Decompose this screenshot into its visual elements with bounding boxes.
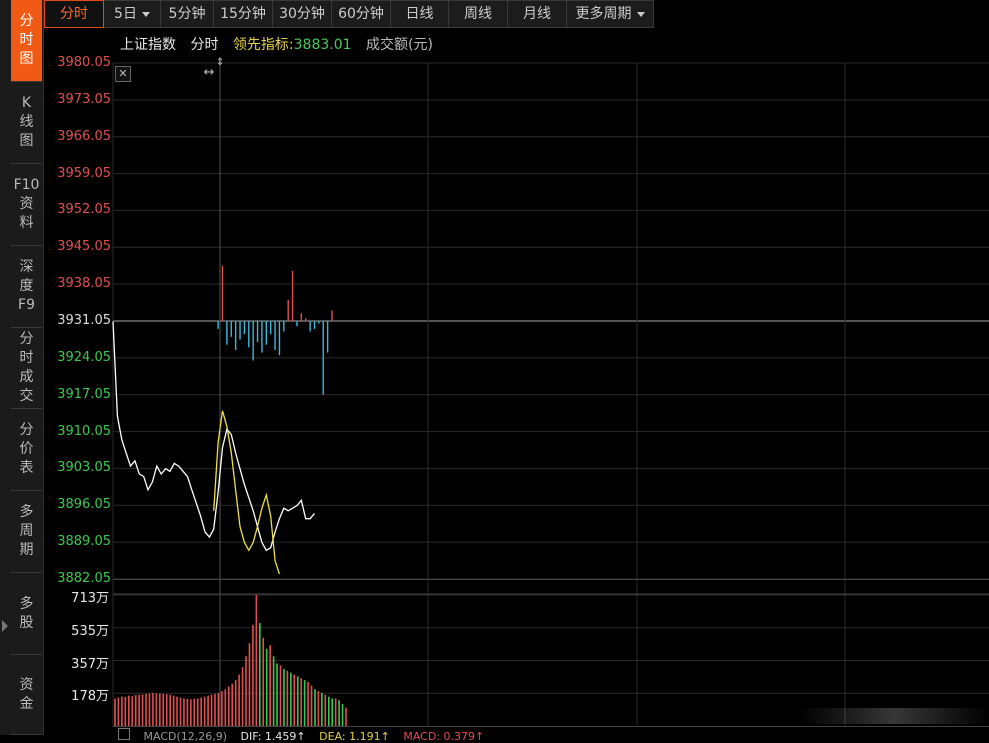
volume-tick-label: 713万 bbox=[71, 591, 109, 606]
price-tick-label: 3966.05 bbox=[57, 128, 111, 144]
price-tick-label: 3959.05 bbox=[57, 165, 111, 181]
price-tick-label: 3882.05 bbox=[57, 571, 111, 586]
volume-tick-label: 357万 bbox=[71, 656, 109, 672]
chart-canvas[interactable] bbox=[0, 0, 989, 735]
macd-value: MACD: 0.379↑ bbox=[403, 730, 485, 743]
price-tick-label: 3973.05 bbox=[57, 91, 111, 107]
price-tick-label: 3924.05 bbox=[57, 349, 111, 365]
macd-info: MACD(12,26,9) DIF: 1.459↑ DEA: 1.191↑ MA… bbox=[118, 728, 494, 743]
price-tick-label: 3938.05 bbox=[57, 276, 111, 292]
price-tick-label: 3952.05 bbox=[57, 202, 111, 218]
volume-tick-label: 178万 bbox=[71, 689, 109, 705]
price-line bbox=[112, 321, 316, 552]
macd-name: MACD(12,26,9) bbox=[143, 730, 228, 743]
settings-icon[interactable] bbox=[118, 728, 130, 740]
price-tick-label: 3903.05 bbox=[57, 460, 111, 476]
macd-dif: DIF: 1.459↑ bbox=[240, 730, 306, 743]
price-tick-label: 3896.05 bbox=[57, 497, 111, 513]
macd-dea: DEA: 1.191↑ bbox=[319, 730, 390, 743]
close-icon[interactable]: ✕ bbox=[115, 66, 131, 82]
volume-tick-label: 535万 bbox=[71, 623, 109, 639]
price-tick-label: 3980.05 bbox=[57, 55, 111, 70]
price-tick-label: 3917.05 bbox=[57, 386, 111, 402]
price-tick-label: 3910.05 bbox=[57, 423, 111, 439]
price-tick-label: 3931.05 bbox=[57, 313, 111, 328]
price-tick-label: 3889.05 bbox=[57, 534, 111, 550]
price-tick-label: 3945.05 bbox=[57, 239, 111, 255]
resize-arrows-icon[interactable]: ↔ bbox=[201, 66, 217, 80]
pin-icon[interactable]: ⇕ bbox=[216, 58, 224, 68]
blurred-watermark bbox=[800, 708, 989, 724]
